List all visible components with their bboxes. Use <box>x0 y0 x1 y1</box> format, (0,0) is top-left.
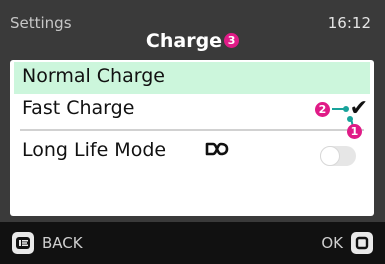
divider <box>20 129 364 131</box>
softkey-bar: BACK OK <box>0 222 385 264</box>
menu-item-normal-charge[interactable]: Normal Charge <box>14 62 370 94</box>
back-key-icon <box>12 232 34 254</box>
charge-settings-screen: Settings 16:12 Charge 3 Normal Charge Fas… <box>0 0 385 264</box>
menu-item-label: Normal Charge <box>22 65 165 87</box>
callout-arrow-2 <box>332 106 349 112</box>
page-title-container: Charge 3 <box>0 30 385 52</box>
toggle-knob <box>320 146 340 166</box>
ok-label: OK <box>321 234 343 252</box>
callout-badge-2: 2 <box>315 102 330 117</box>
menu-item-label: Fast Charge <box>22 97 135 119</box>
menu-item-fast-charge[interactable]: Fast Charge 2 ✔ <box>14 94 370 126</box>
ok-button[interactable]: OK <box>321 231 373 255</box>
ok-key-icon <box>351 232 373 254</box>
menu-item-label: Long Life Mode <box>22 139 167 161</box>
back-label: BACK <box>42 234 83 252</box>
menu-item-long-life-mode[interactable]: Long Life Mode <box>14 136 370 168</box>
status-header: Settings 16:12 Charge 3 <box>0 0 385 60</box>
charge-options-panel: Normal Charge Fast Charge 2 ✔ Long Life … <box>10 60 374 216</box>
callout-badge-1: 1 <box>347 124 362 139</box>
callout-badge-3: 3 <box>224 32 240 48</box>
infinity-icon <box>205 142 229 156</box>
page-title: Charge <box>145 30 223 52</box>
back-button[interactable]: BACK <box>12 231 83 255</box>
long-life-mode-toggle[interactable] <box>320 146 356 166</box>
